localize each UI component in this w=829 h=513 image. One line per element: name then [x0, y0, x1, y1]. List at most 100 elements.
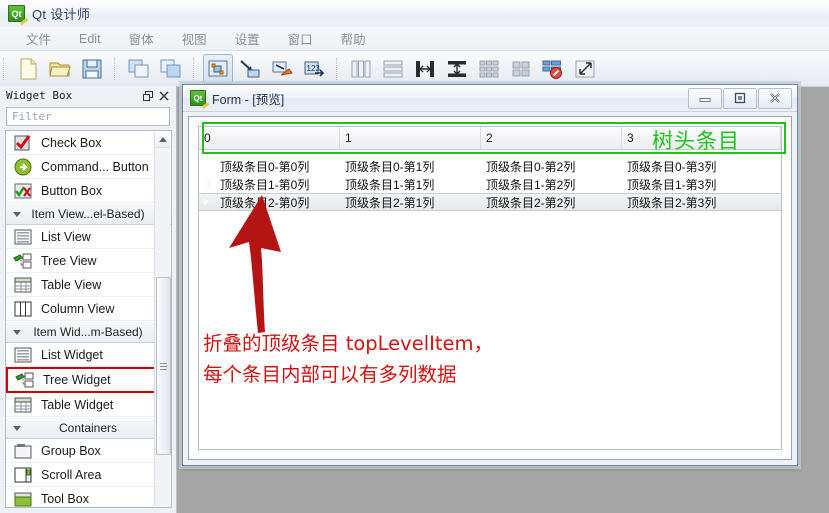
red-body-annotation: 折叠的顶级条目 topLevelItem， 每个条目内部可以有多列数据 — [203, 328, 493, 390]
tree-cell: 顶级条目2-第2列 — [486, 195, 576, 210]
layout-splitter-vertical-button[interactable] — [442, 54, 472, 84]
widget-item-command-link-button[interactable]: Command... Button — [6, 155, 171, 179]
form-title: Form - [预览] — [212, 92, 285, 107]
widget-item-scroll-area[interactable]: Scroll Area — [6, 463, 171, 487]
tree-cell: 顶级条目0-第3列 — [627, 159, 717, 174]
menu-window[interactable]: 窗口 — [274, 27, 327, 50]
tree-header-cell-0[interactable]: 0 — [199, 127, 340, 149]
tree-cell: 顶级条目0-第0列 — [220, 159, 310, 174]
layout-splitter-horizontal-button[interactable] — [410, 54, 440, 84]
widget-item-tool-box[interactable]: Tool Box — [6, 487, 171, 507]
branch-indicator — [199, 162, 215, 170]
expand-arrow-icon[interactable] — [199, 180, 215, 188]
tree-widget[interactable]: 0 1 2 3 顶级条目0-第0列 顶级条目0-第1列 顶级条目0-第2列 顶级… — [198, 126, 782, 450]
edit-buddies-button[interactable] — [267, 54, 297, 84]
qt-logo-icon: Qt — [8, 5, 25, 22]
layout-form-button[interactable] — [506, 54, 536, 84]
undo-button[interactable] — [124, 54, 154, 84]
widget-box-title: Widget Box — [6, 89, 73, 102]
red-annotation-line-2: 每个条目内部可以有多列数据 — [203, 363, 457, 386]
toolbar-group-layout — [342, 51, 604, 86]
widget-item-tree-widget[interactable]: Tree Widget — [6, 367, 171, 393]
widget-category-label: Item Wid...m-Based) — [33, 325, 143, 339]
group-box-icon — [12, 442, 34, 460]
toolbar-handle-1[interactable] — [3, 57, 6, 80]
widget-item-table-widget[interactable]: Table Widget — [6, 393, 171, 417]
save-file-button[interactable] — [77, 54, 107, 84]
tree-cell: 顶级条目0-第2列 — [486, 159, 576, 174]
green-header-annotation: 树头条目 — [652, 129, 740, 153]
layout-vertically-button[interactable] — [378, 54, 408, 84]
edit-widgets-button[interactable] — [203, 53, 233, 84]
tree-view-icon — [12, 252, 34, 270]
widget-item-button-box[interactable]: Button Box — [6, 179, 171, 203]
table-row[interactable]: 顶级条目0-第0列 顶级条目0-第1列 顶级条目0-第2列 顶级条目0-第3列 — [199, 157, 781, 175]
open-file-button[interactable] — [45, 54, 75, 84]
widget-list-scrollbar[interactable] — [154, 132, 171, 506]
menu-settings[interactable]: 设置 — [221, 27, 274, 50]
toolbar-handle-3[interactable] — [193, 57, 196, 80]
list-widget-icon — [12, 346, 34, 364]
widget-item-list-view[interactable]: List View — [6, 225, 171, 249]
menu-help[interactable]: 帮助 — [327, 27, 380, 50]
toolbar-handle-4[interactable] — [336, 57, 339, 80]
widget-category-item-widgets[interactable]: Item Wid...m-Based) — [6, 321, 171, 343]
edit-signals-slots-button[interactable] — [235, 54, 265, 84]
tree-header-cell-2[interactable]: 2 — [481, 127, 622, 149]
minimize-button[interactable] — [688, 87, 722, 109]
adjust-size-button[interactable] — [570, 54, 600, 84]
form-title-bar[interactable]: Qt Form - [预览] — [183, 85, 797, 112]
close-button[interactable] — [758, 87, 792, 109]
widget-item-column-view[interactable]: Column View — [6, 297, 171, 321]
expand-arrow-icon[interactable] — [199, 198, 215, 206]
restore-button[interactable] — [723, 87, 757, 109]
scroll-up-button[interactable] — [155, 132, 170, 148]
edit-tab-order-button[interactable]: 123 — [299, 54, 329, 84]
qt-designer-window: Qt Qt 设计师 文件 Edit 窗体 视图 设置 窗口 帮助 123 Wid… — [0, 0, 829, 513]
widget-list[interactable]: Check Box Command... Button Button Box I… — [5, 130, 172, 508]
new-file-button[interactable] — [13, 54, 43, 84]
table-row[interactable]: 顶级条目2-第0列 顶级条目2-第1列 顶级条目2-第2列 顶级条目2-第3列 — [199, 193, 781, 211]
close-icon[interactable] — [156, 88, 172, 103]
menu-file[interactable]: 文件 — [12, 27, 65, 50]
scroll-area-icon — [12, 466, 34, 484]
menu-form[interactable]: 窗体 — [115, 27, 168, 50]
filter-input[interactable]: Filter — [6, 107, 170, 126]
scrollbar-thumb[interactable] — [156, 277, 171, 455]
menu-edit[interactable]: Edit — [65, 30, 115, 48]
widget-item-label: Table Widget — [41, 397, 114, 412]
tree-cell: 顶级条目2-第1列 — [345, 195, 435, 210]
form-canvas: 0 1 2 3 顶级条目0-第0列 顶级条目0-第1列 顶级条目0-第2列 顶级… — [188, 116, 792, 460]
chevron-down-icon — [13, 425, 21, 431]
table-row[interactable]: 顶级条目1-第0列 顶级条目1-第1列 顶级条目1-第2列 顶级条目1-第3列 — [199, 175, 781, 193]
widget-item-label: Column View — [41, 301, 115, 316]
tree-cell: 顶级条目2-第3列 — [627, 195, 717, 210]
widget-item-group-box[interactable]: Group Box — [6, 439, 171, 463]
break-layout-button[interactable] — [538, 54, 568, 84]
widget-item-list-widget[interactable]: List Widget — [6, 343, 171, 367]
widget-item-check-box[interactable]: Check Box — [6, 131, 171, 155]
float-icon[interactable] — [140, 88, 156, 103]
toolbar: 123 — [0, 51, 829, 87]
qt-logo-icon: Qt — [190, 90, 206, 106]
widget-item-table-view[interactable]: Table View — [6, 273, 171, 297]
tree-header-cell-1[interactable]: 1 — [340, 127, 481, 149]
redo-button[interactable] — [156, 54, 186, 84]
tree-widget-icon — [14, 371, 36, 389]
layout-grid-button[interactable] — [474, 54, 504, 84]
widget-item-tree-view[interactable]: Tree View — [6, 249, 171, 273]
widget-item-label: Command... Button — [41, 159, 149, 174]
menu-bar: 文件 Edit 窗体 视图 设置 窗口 帮助 — [0, 27, 829, 51]
toolbar-handle-2[interactable] — [114, 57, 117, 80]
toolbar-group-file — [9, 51, 111, 86]
widget-category-item-views[interactable]: Item View...el-Based) — [6, 203, 171, 225]
command-link-button-icon — [12, 158, 34, 176]
tree-cell: 顶级条目1-第1列 — [345, 177, 435, 192]
list-view-icon — [12, 228, 34, 246]
widget-category-containers[interactable]: Containers — [6, 417, 171, 439]
widget-category-label: Item View...el-Based) — [31, 207, 145, 221]
table-widget-icon — [12, 396, 34, 414]
menu-view[interactable]: 视图 — [168, 27, 221, 50]
layout-horizontally-button[interactable] — [346, 54, 376, 84]
chevron-up-icon — [158, 137, 167, 142]
